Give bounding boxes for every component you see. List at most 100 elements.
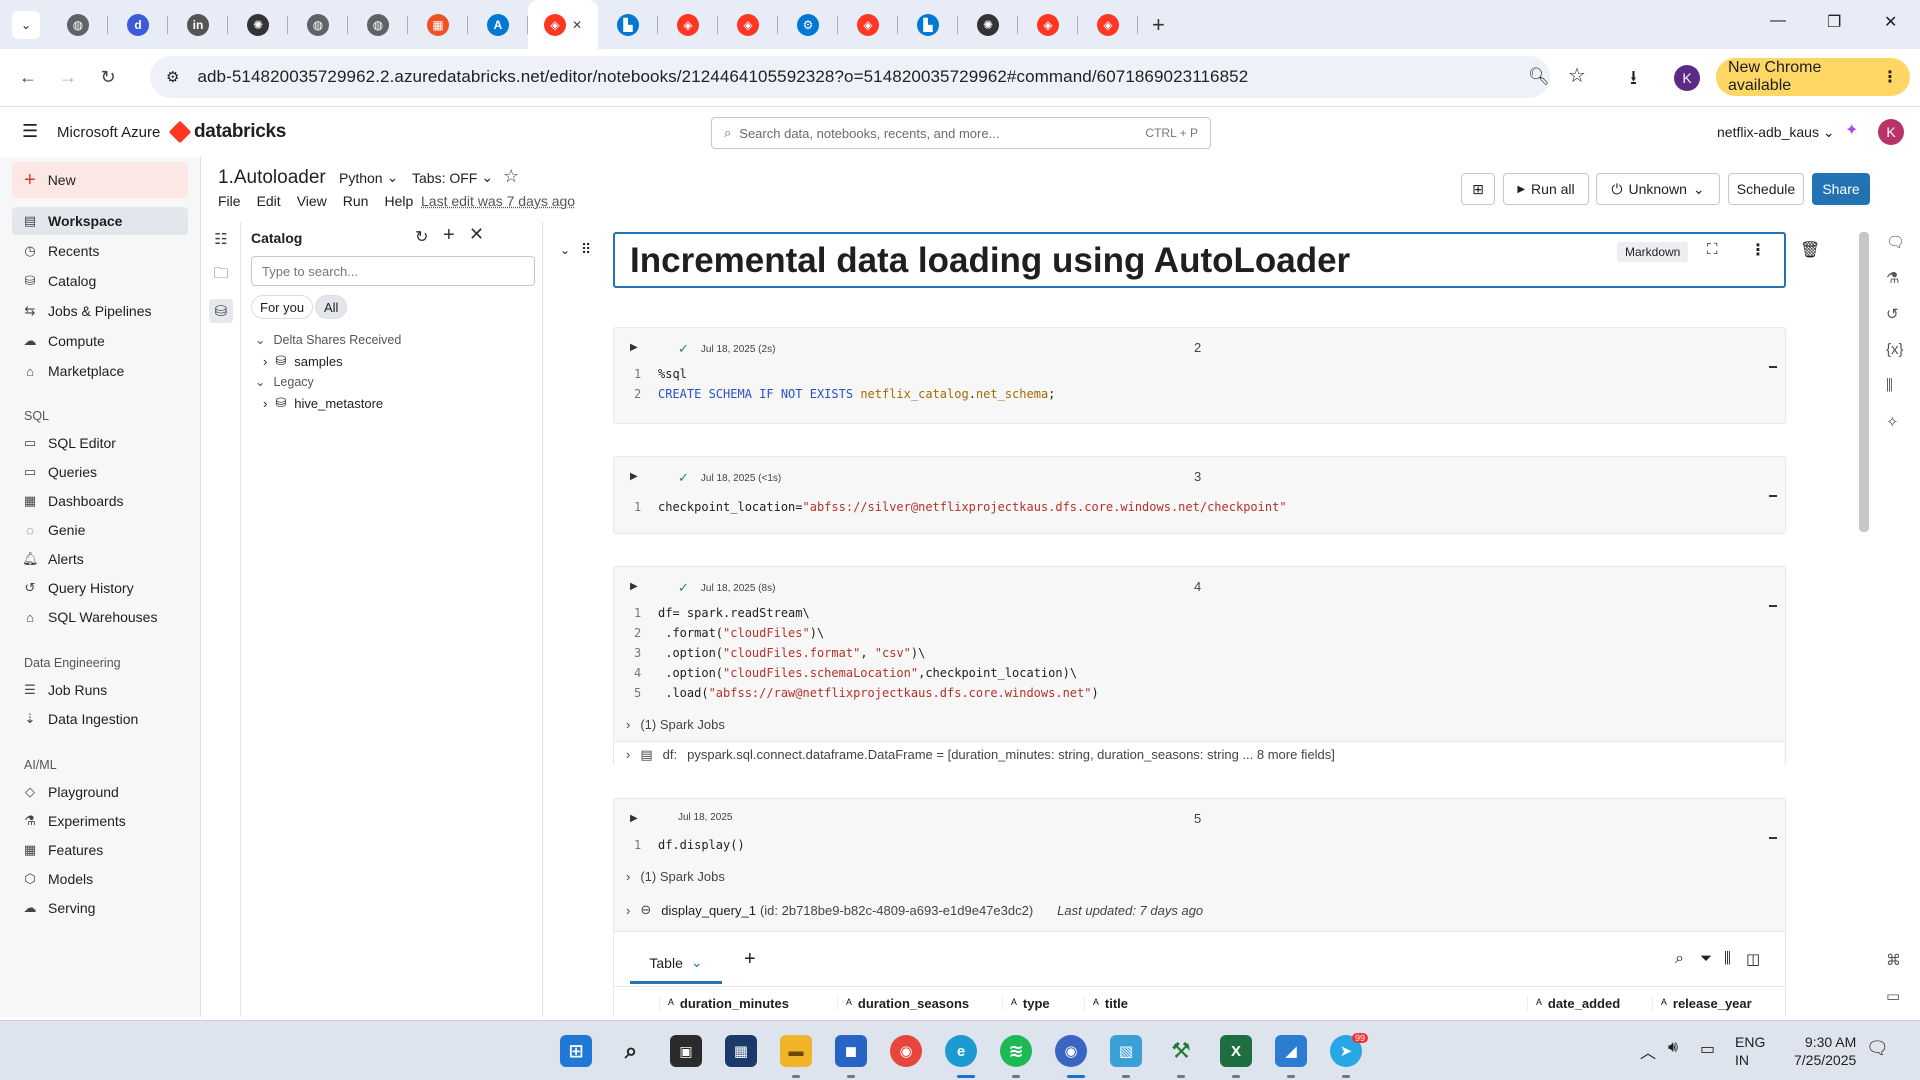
folder-icon[interactable]: 🗀︎ [209,263,233,287]
last-edit-link[interactable]: Last edit was 7 days ago [421,193,575,209]
collapse-cell-icon[interactable]: ⌄ [560,243,570,257]
nav-sql-warehouses[interactable]: ⌂ SQL Warehouses [12,603,188,631]
address-bar[interactable]: ⚙ adb-514820035729962.2.azuredatabricks.… [150,56,1550,98]
experiment-icon[interactable]: ⚗ [1886,269,1899,287]
search-icon[interactable]: ⌕ [1675,950,1684,968]
code-cell-2[interactable]: ▶ ✓ Jul 18, 2025 (2s) 2 1 %sql 2 CREATE SCH… [613,327,1786,424]
code-editor[interactable]: 1 %sql 2 CREATE SCHEMA IF NOT EXISTS netfl… [634,364,1055,404]
close-tab-icon[interactable]: ✕ [572,18,582,32]
system-clock[interactable]: 9:30 AM 7/25/2025 [1794,1033,1856,1069]
browser-tab[interactable]: ◈ ✕ [528,0,598,49]
delete-cell-icon[interactable]: 🗑︎ [1800,240,1820,260]
markdown-cell[interactable]: Incremental data loading using AutoLoade… [613,232,1786,288]
teams-tool-icon[interactable]: ⚒ [1165,1035,1197,1067]
browser-tab[interactable]: ◈ [838,0,898,49]
browser-tab[interactable]: ◈ [1018,0,1078,49]
catalog-shapes-icon[interactable]: ⛁ [209,299,233,323]
language-selector[interactable]: Python ⌄ [339,169,398,186]
browser-tab[interactable]: ▙ [898,0,958,49]
nav-marketplace[interactable]: ⌂ Marketplace [12,357,188,385]
tree-item-hive-metastore[interactable]: › ⛁ hive_metastore [263,395,383,411]
spotify-icon[interactable]: ≋ [1000,1035,1032,1067]
display-query-row[interactable]: › ⊖ display_query_1 (id: 2b718be9-b82c-4… [626,902,1203,918]
tab-search-button[interactable]: ⌄ [12,10,40,39]
filter-icon[interactable]: ⏷ [1700,950,1712,967]
windows-start-icon[interactable]: ⊞ [560,1035,592,1067]
cell-kebab-icon[interactable]: ⋮ [1750,240,1766,260]
cell-minimize-icon[interactable] [1769,605,1777,607]
tab-for-you[interactable]: For you [251,295,314,319]
network-icon[interactable]: ▭ [1700,1039,1715,1059]
zoom-icon[interactable]: 🔍︎ [1528,67,1550,87]
tabs-toggle[interactable]: Tabs: OFF ⌄ [412,169,493,186]
spark-jobs-toggle[interactable]: › (1) Spark Jobs [626,717,725,732]
tree-group-delta-shares[interactable]: ⌄ Delta Shares Received [255,332,401,348]
share-button[interactable]: Share [1812,173,1870,205]
keyboard-shortcuts-icon[interactable]: ⌘ [1886,951,1901,969]
tab-all[interactable]: All [315,295,348,319]
nav-jobs-pipelines[interactable]: ⇆ Jobs & Pipelines [12,297,188,325]
nav-recents[interactable]: ◷ Recents [12,237,188,265]
column-settings-icon[interactable]: ⫼ [1724,950,1731,967]
code-editor[interactable]: 1 df.display() [634,835,745,855]
cell-minimize-icon[interactable] [1769,366,1777,368]
browser-tab[interactable]: ◍ [348,0,408,49]
expand-icon[interactable]: ⛶ [1707,241,1718,258]
tree-group-legacy[interactable]: ⌄ Legacy [255,374,314,390]
nav-playground[interactable]: ◇ Playground [12,778,188,806]
notebook-scrollbar[interactable] [1859,232,1869,532]
code-cell-5[interactable]: ▶ Jul 18, 2025 5 1 df.display() › (1) Spar… [613,798,1786,1017]
version-history-icon[interactable]: ↺ [1886,305,1899,323]
layout-toggle-button[interactable]: ⊞ [1461,173,1495,205]
refresh-icon[interactable]: ↻ [415,227,428,247]
edge-icon[interactable]: e [945,1035,977,1067]
task-view-icon[interactable]: ▣ [670,1035,702,1067]
close-window-icon[interactable]: ✕ [1884,12,1897,32]
terminal-icon[interactable]: ▭ [1886,987,1900,1005]
workspace-switcher[interactable]: netflix-adb_kaus ⌄ [1717,124,1835,141]
hamburger-menu-icon[interactable]: ☰ [22,121,38,142]
browser-tab[interactable]: ◍ [288,0,348,49]
nav-serving[interactable]: ☁ Serving [12,894,188,922]
databricks-logo[interactable]: databricks [168,120,286,144]
nav-queries[interactable]: ▭ Queries [12,458,188,486]
back-icon[interactable]: ← [8,67,48,88]
chrome-profile-avatar[interactable]: K [1674,65,1700,91]
chrome-profile-icon[interactable]: ◉ [1055,1035,1087,1067]
nav-alerts[interactable]: 🔔︎ Alerts [12,545,188,573]
add-icon[interactable]: + [443,224,455,247]
results-tab-table[interactable]: Table ⌄ [630,944,722,984]
add-visualization-icon[interactable]: + [744,948,756,971]
menu-edit[interactable]: Edit [257,193,281,209]
column-header[interactable]: ᴬ duration_seasons [837,996,997,1011]
kebab-menu-icon[interactable]: ⋮ [1882,67,1898,87]
bookmark-star-icon[interactable]: ☆ [1568,63,1586,88]
notification-center-icon[interactable]: 🗨︎ [1866,1038,1889,1059]
widgets-icon[interactable]: ▦ [725,1035,757,1067]
maps-icon[interactable]: ◢ [1275,1035,1307,1067]
photos-icon[interactable]: ▧ [1110,1035,1142,1067]
panel-toggle-icon[interactable]: ◫ [1746,950,1760,968]
code-cell-4[interactable]: ▶ ✓ Jul 18, 2025 (8s) 4 1 df= spark.readSt… [613,566,1786,767]
browser-tab[interactable]: ◍ [48,0,108,49]
nav-compute[interactable]: ☁ Compute [12,327,188,355]
browser-tab[interactable]: ◈ [1078,0,1138,49]
nav-data-ingestion[interactable]: ⇣ Data Ingestion [12,705,188,733]
cell-minimize-icon[interactable] [1769,837,1777,839]
run-all-button[interactable]: ▶ Run all [1503,173,1589,205]
notebook-title[interactable]: 1.Autoloader [218,167,326,189]
minimize-icon[interactable]: — [1770,12,1786,30]
global-search-input[interactable]: ⌕ Search data, notebooks, recents, and m… [711,117,1211,149]
column-header[interactable]: ᴬ duration_minutes [659,996,839,1011]
catalog-search-input[interactable]: Type to search... [251,256,535,286]
compute-selector[interactable]: ⏻ Unknown ⌄ [1596,173,1720,205]
run-cell-play-icon[interactable]: ▶ [630,342,638,353]
site-info-icon[interactable]: ⚙ [166,68,179,86]
excel-icon[interactable]: X [1220,1035,1252,1067]
browser-tab[interactable]: ▦ [408,0,468,49]
variables-icon[interactable]: {x} [1886,341,1904,358]
forward-icon[interactable]: → [48,67,88,88]
column-header[interactable]: ᴬ title [1084,996,1484,1011]
new-tab-button[interactable]: + [1152,12,1165,38]
download-icon[interactable]: ⭳ [1630,63,1637,97]
